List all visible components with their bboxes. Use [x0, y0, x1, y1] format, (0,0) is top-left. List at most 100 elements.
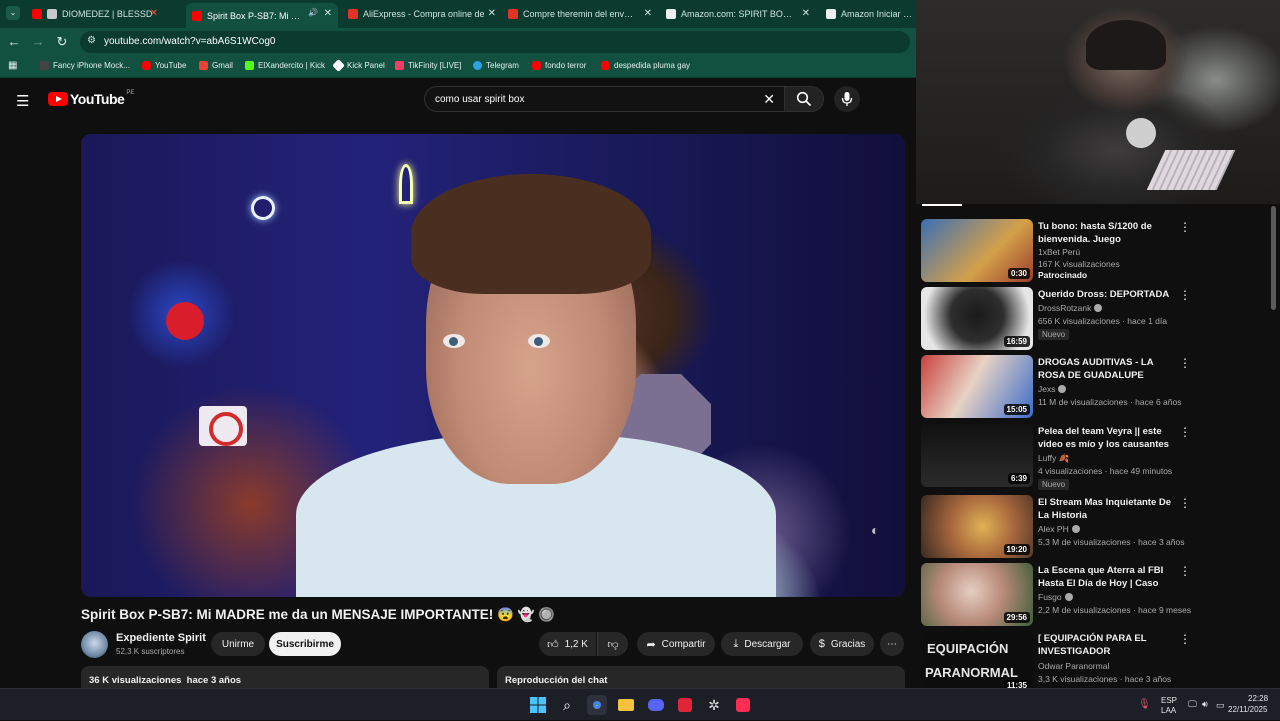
voice-search-button[interactable] [834, 86, 860, 112]
bookmark-item[interactable]: fondo terror [532, 61, 586, 70]
neon-light [399, 164, 413, 204]
browser-tab-active[interactable]: Spirit Box P-SB7: Mi MADRE 🔊 ✕ [186, 3, 338, 28]
video-thumbnail[interactable]: 0:30 [921, 219, 1033, 282]
reload-icon[interactable]: ↻ [54, 34, 70, 50]
forward-arrow-icon[interactable]: → [30, 34, 46, 49]
recommendation-item[interactable]: 19:20 El Stream Mas Inquietante De La Hi… [921, 495, 1271, 559]
app-icon[interactable]: ✲ [704, 695, 724, 715]
more-actions-button[interactable]: ⋯ [880, 632, 904, 656]
bookmark-item[interactable]: despedida pluma gay [601, 61, 690, 70]
close-tab-icon[interactable]: ✕ [324, 8, 332, 19]
youtube-wordmark: YouTube [70, 91, 125, 107]
recommendation-item[interactable]: 0:30 Tu bono: hasta S/1200 de bienvenida… [921, 219, 1271, 283]
file-explorer-icon[interactable] [616, 695, 636, 715]
video-title: Spirit Box P-SB7: Mi MADRE me da un MENS… [81, 607, 555, 622]
youtube-logo[interactable]: YouTube PE [48, 90, 134, 107]
dislike-button[interactable]: 👎︎ [597, 632, 628, 656]
keyboard-language[interactable]: ESP [1161, 696, 1177, 705]
tab-search-button[interactable]: ⌄ [6, 6, 20, 20]
bookmarks-bar: ▦ Fancy iPhone Mock... YouTube Gmail ElX… [0, 56, 916, 78]
more-options-icon[interactable]: ⋮ [1179, 632, 1191, 646]
discord-icon[interactable] [646, 695, 666, 715]
thanks-button[interactable]: $ Gracias [810, 632, 874, 656]
video-thumbnail[interactable]: 19:20 [921, 495, 1033, 558]
windows-start-icon[interactable] [528, 695, 548, 715]
tab-title: Amazon Iniciar sesión [841, 9, 916, 19]
video-thumbnail[interactable]: 15:05 [921, 355, 1033, 418]
more-options-icon[interactable]: ⋮ [1179, 496, 1191, 510]
video-duration: 16:59 [1003, 336, 1030, 347]
recommendation-item[interactable]: 6:39 Pelea del team Veyra || este video … [921, 424, 1271, 490]
microphone-icon [841, 92, 853, 106]
thumbnail-text: PARANORMAL [925, 665, 1018, 680]
video-thumbnail[interactable]: 6:39 [921, 424, 1033, 487]
apps-grid-icon[interactable]: ▦ [8, 60, 17, 71]
more-options-icon[interactable]: ⋮ [1179, 425, 1191, 439]
bookmark-item[interactable]: Kick Panel [332, 59, 385, 72]
video-thumbnail[interactable]: EQUIPACIÓN PARANORMAL 11:35 [921, 631, 1033, 694]
channel-watermark-icon[interactable]: ◐ [871, 522, 879, 538]
download-button[interactable]: ⤓ Descargar [721, 632, 803, 656]
streamer-microphone [1126, 118, 1156, 148]
close-tab-icon[interactable]: ✕ [150, 8, 158, 19]
volume-icon[interactable]: 🔊︎ [1202, 699, 1208, 710]
browser-tab[interactable]: Amazon Iniciar sesión [820, 3, 916, 25]
keyboard-layout[interactable]: LAA [1161, 706, 1176, 715]
close-tab-icon[interactable]: ✕ [644, 8, 652, 19]
browser-tab[interactable]: Amazon.com: SPIRIT BOX Mini ✕ [660, 3, 816, 25]
clock-date[interactable]: 22/11/2025 [1228, 705, 1267, 714]
subscribe-button[interactable]: Suscribirme [269, 632, 341, 656]
more-options-icon[interactable]: ⋮ [1179, 356, 1191, 370]
chrome-icon[interactable] [587, 695, 607, 715]
bookmark-item[interactable]: Fancy iPhone Mock... [40, 61, 130, 70]
back-arrow-icon[interactable]: ← [6, 34, 22, 49]
bookmark-item[interactable]: Gmail [199, 61, 233, 70]
search-icon[interactable]: ⌕ [557, 695, 577, 715]
more-options-icon[interactable]: ⋮ [1179, 564, 1191, 578]
bookmark-item[interactable]: Telegram [473, 61, 519, 70]
recommendation-item[interactable]: 29:56 La Escena que Aterra al FBI Hasta … [921, 563, 1271, 627]
recommendation-channel: Jexs [1038, 384, 1067, 394]
chip-underline [922, 204, 962, 206]
audio-playing-icon[interactable]: 🔊 [308, 8, 318, 17]
join-button[interactable]: Unirme [211, 632, 265, 656]
address-bar[interactable]: ⚙ youtube.com/watch?v=abA6S1WCog0 [80, 31, 910, 53]
close-tab-icon[interactable]: ✕ [488, 8, 496, 19]
more-options-icon[interactable]: ⋮ [1179, 220, 1191, 234]
recommendations-scrollbar[interactable] [1271, 206, 1276, 310]
site-info-icon[interactable]: ⚙ [87, 35, 96, 46]
video-thumbnail[interactable]: 16:59 [921, 287, 1033, 350]
browser-tab[interactable]: Compre theremin del envío gra ✕ [502, 3, 658, 25]
share-button[interactable]: ➦ Compartir [637, 632, 715, 656]
bookmark-item[interactable]: ElXandercito | Kick [245, 61, 325, 70]
more-options-icon[interactable]: ⋮ [1179, 288, 1191, 302]
clear-search-icon[interactable]: ✕ [763, 91, 775, 108]
bookmark-item[interactable]: TikFinity [LIVE] [395, 61, 462, 70]
bookmark-item[interactable]: YouTube [142, 61, 186, 70]
verified-badge-icon [1071, 525, 1080, 533]
app-icon[interactable] [675, 695, 695, 715]
microphone-tray-icon[interactable]: 🎙︎ [1138, 699, 1151, 710]
menu-icon[interactable]: ☰ [16, 92, 29, 110]
recommendation-channel: Alex PH [1038, 524, 1080, 534]
video-player[interactable]: ◐ [81, 134, 905, 597]
tiktok-icon[interactable] [733, 695, 753, 715]
search-button[interactable] [784, 86, 824, 112]
browser-tab[interactable]: DIOMEDEZ | BLESSD ✕ [26, 3, 186, 25]
youtube-play-icon [48, 92, 68, 106]
like-button[interactable]: 👍︎ 1,2 K [539, 632, 596, 656]
recommendation-item[interactable]: EQUIPACIÓN PARANORMAL 11:35 [ EQUIPACIÓN… [921, 631, 1271, 695]
recommendation-item[interactable]: 15:05 DROGAS AUDITIVAS - LA ROSA DE GUAD… [921, 355, 1271, 419]
channel-name[interactable]: Expediente Spirit [116, 632, 206, 644]
search-input[interactable]: como usar spirit box ✕ [424, 86, 786, 112]
close-tab-icon[interactable]: ✕ [802, 8, 810, 19]
channel-avatar[interactable] [81, 631, 108, 658]
youtube-header: ☰ YouTube PE como usar spirit box ✕ [0, 80, 916, 120]
browser-tab[interactable]: AliExpress - Compra online de ✕ [342, 3, 502, 25]
battery-icon[interactable]: ▭ [1216, 700, 1225, 711]
network-icon[interactable]: 🖵 [1188, 699, 1197, 710]
aliexpress-favicon-icon [348, 9, 358, 19]
recommendation-item[interactable]: 16:59 Querido Dross: DEPORTADA DrossRotz… [921, 287, 1271, 351]
clock-time[interactable]: 22:28 [1248, 694, 1268, 703]
video-thumbnail[interactable]: 29:56 [921, 563, 1033, 626]
